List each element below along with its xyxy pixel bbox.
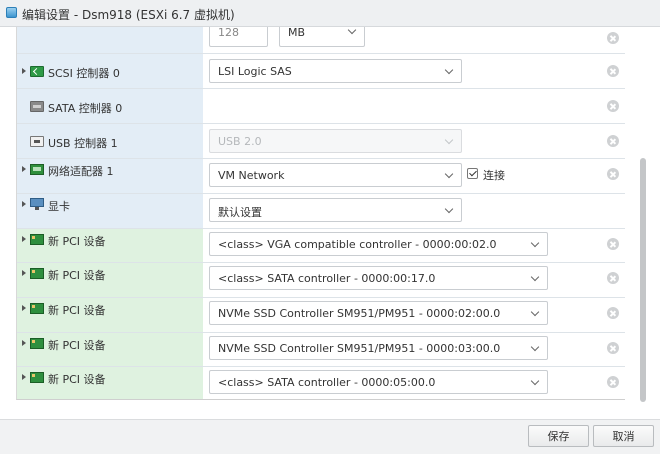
remove-device-icon[interactable] [607,100,619,112]
remove-device-icon[interactable] [607,65,619,77]
memory-unit-select[interactable]: MB [279,27,365,47]
pci-device-select[interactable]: <class> VGA compatible controller - 0000… [209,232,548,256]
network-adapter-icon [30,164,44,175]
remove-device-icon[interactable] [607,272,619,284]
connect-checkbox[interactable] [467,168,478,179]
device-row-pci: 新 PCI 设备 NVMe SSD Controller SM951/PM951… [17,333,625,367]
pci-device-icon [30,303,44,314]
pci-device-icon [30,234,44,245]
device-label: 新 PCI 设备 [48,339,106,352]
pci-device-icon [30,338,44,349]
usb-type-select[interactable]: USB 2.0 [209,129,462,153]
expand-arrow-icon[interactable] [22,166,26,172]
device-label: SATA 控制器 0 [48,102,123,115]
device-label: 新 PCI 设备 [48,373,106,386]
dialog-titlebar: 编辑设置 - Dsm918 (ESXi 6.7 虚拟机) [0,0,660,27]
expand-arrow-icon[interactable] [22,68,26,74]
device-row-pci: 新 PCI 设备 <class> SATA controller - 0000:… [17,263,625,298]
remove-device-icon[interactable] [607,238,619,250]
remove-device-icon[interactable] [607,168,619,180]
expand-arrow-icon[interactable] [22,236,26,242]
device-row-pci: 新 PCI 设备 <class> VGA compatible controll… [17,229,625,263]
pci-device-select[interactable]: <class> SATA controller - 0000:05:00.0 [209,370,548,394]
scsi-type-select[interactable]: LSI Logic SAS [209,59,462,83]
remove-device-icon[interactable] [607,307,619,319]
expand-arrow-icon[interactable] [22,374,26,380]
pci-device-icon [30,268,44,279]
device-row-pci: 新 PCI 设备 NVMe SSD Controller SM951/PM951… [17,298,625,333]
pci-device-select[interactable]: NVMe SSD Controller SM951/PM951 - 0000:0… [209,301,548,325]
usb-controller-icon [30,136,44,147]
video-settings-select[interactable]: 默认设置 [209,198,462,222]
pci-device-select[interactable]: <class> SATA controller - 0000:00:17.0 [209,266,548,290]
device-list: 128 MB SCSI 控制器 0 LSI Logic SAS SATA 控制器… [16,27,625,400]
expand-arrow-icon[interactable] [22,201,26,207]
device-label: SCSI 控制器 0 [48,67,120,80]
device-label: 新 PCI 设备 [48,269,106,282]
memory-size-input[interactable]: 128 [209,27,268,47]
device-row-sata: SATA 控制器 0 [17,89,625,124]
remove-device-icon[interactable] [607,376,619,388]
device-list-scrollbar[interactable] [637,28,649,402]
device-row-pci: 新 PCI 设备 <class> SATA controller - 0000:… [17,367,625,399]
save-button[interactable]: 保存 [528,425,589,447]
device-row-video: 显卡 默认设置 [17,194,625,229]
network-select[interactable]: VM Network [209,163,462,187]
scrollbar-thumb[interactable] [640,158,646,402]
connect-label: 连接 [483,169,505,182]
device-label: 网络适配器 1 [48,165,114,178]
pci-device-icon [30,372,44,383]
video-card-icon [30,198,44,210]
device-label: USB 控制器 1 [48,137,118,150]
device-row-network: 网络适配器 1 VM Network 连接 [17,159,625,194]
remove-memory-icon[interactable] [607,32,619,44]
device-row-usb: USB 控制器 1 USB 2.0 [17,124,625,159]
expand-arrow-icon[interactable] [22,305,26,311]
device-row-scsi: SCSI 控制器 0 LSI Logic SAS [17,54,625,89]
expand-arrow-icon[interactable] [22,340,26,346]
scsi-controller-icon [30,66,44,77]
device-label: 新 PCI 设备 [48,304,106,317]
memory-row: 128 MB [17,27,625,54]
sata-controller-icon [30,101,44,112]
vm-window-icon [6,7,17,18]
remove-device-icon[interactable] [607,342,619,354]
device-label: 新 PCI 设备 [48,235,106,248]
cancel-button[interactable]: 取消 [593,425,654,447]
dialog-title: 编辑设置 - Dsm918 (ESXi 6.7 虚拟机) [22,8,235,22]
pci-device-select[interactable]: NVMe SSD Controller SM951/PM951 - 0000:0… [209,336,548,360]
expand-arrow-icon[interactable] [22,270,26,276]
remove-device-icon[interactable] [607,135,619,147]
device-label: 显卡 [48,200,70,213]
